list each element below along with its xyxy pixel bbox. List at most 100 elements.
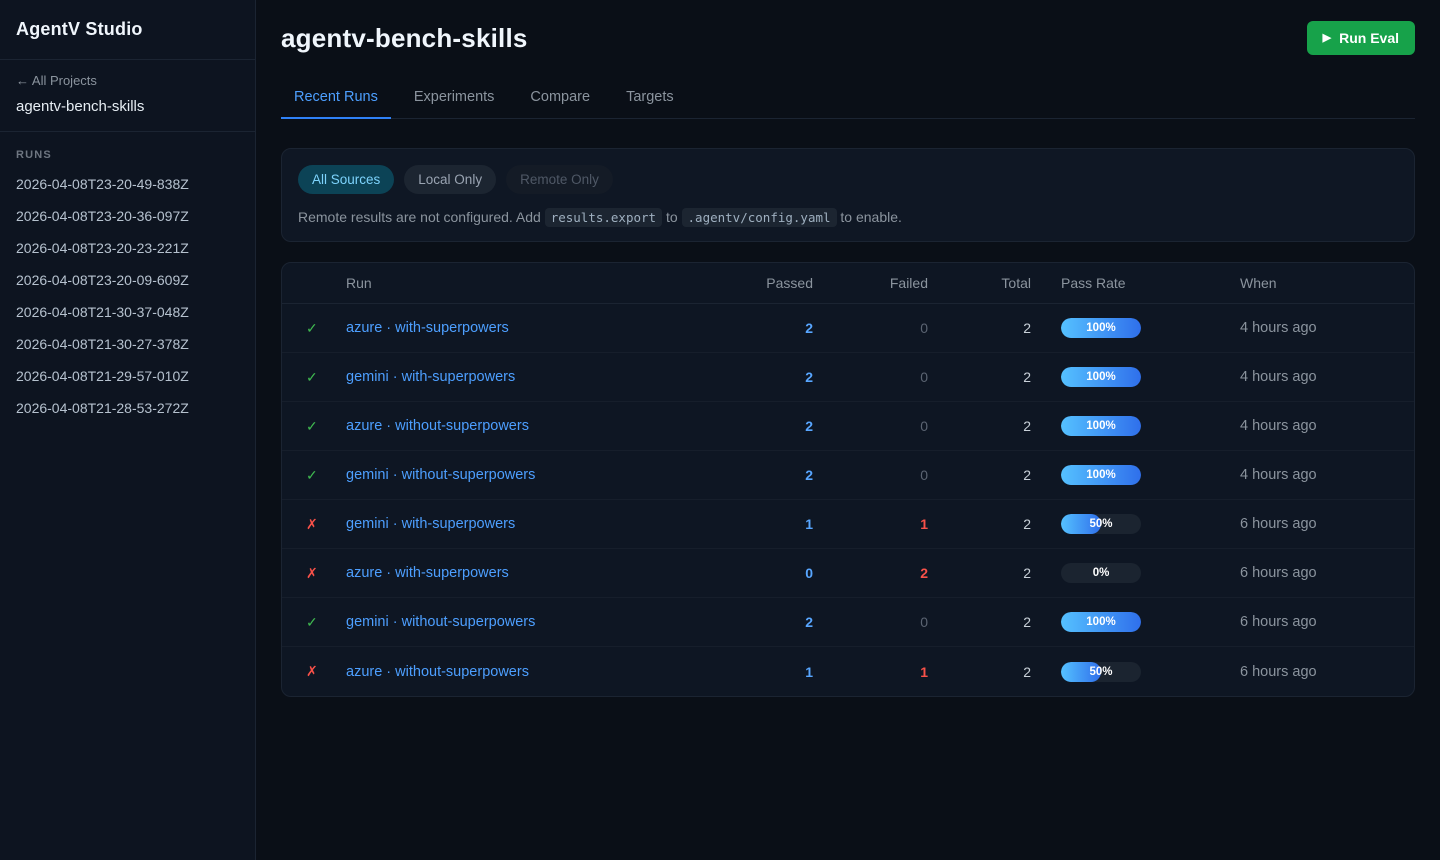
run-eval-label: Run Eval — [1339, 30, 1399, 46]
pass-rate-cell: 100% — [1031, 465, 1240, 485]
failed-value: 0 — [813, 614, 928, 630]
sidebar-project-name: agentv-bench-skills — [16, 98, 239, 115]
failed-value: 2 — [813, 565, 928, 581]
pass-rate-cell: 0% — [1031, 563, 1240, 583]
status-fail-icon: ✗ — [306, 565, 346, 582]
passed-value: 1 — [723, 516, 813, 532]
pass-rate-label: 50% — [1061, 662, 1141, 682]
pass-rate-label: 100% — [1061, 416, 1141, 436]
tab-targets[interactable]: Targets — [613, 79, 687, 119]
passed-value: 1 — [723, 664, 813, 680]
total-value: 2 — [928, 320, 1031, 336]
tab-recent-runs[interactable]: Recent Runs — [281, 79, 391, 119]
run-link[interactable]: azure · with-superpowers — [346, 565, 723, 581]
total-value: 2 — [928, 467, 1031, 483]
total-value: 2 — [928, 614, 1031, 630]
run-link[interactable]: gemini · without-superpowers — [346, 467, 723, 483]
sidebar-run-item[interactable]: 2026-04-08T21-30-27-378Z — [0, 328, 255, 360]
pass-rate-label: 100% — [1061, 612, 1141, 632]
table-row: ✗ gemini · with-superpowers 1 1 2 50% 6 … — [282, 500, 1414, 549]
pass-rate-pill: 100% — [1061, 612, 1141, 632]
run-link[interactable]: gemini · with-superpowers — [346, 369, 723, 385]
pass-rate-pill: 0% — [1061, 563, 1141, 583]
runs-list: 2026-04-08T23-20-49-838Z 2026-04-08T23-2… — [0, 168, 255, 424]
total-value: 2 — [928, 664, 1031, 680]
sidebar-run-item[interactable]: 2026-04-08T21-28-53-272Z — [0, 392, 255, 424]
tab-experiments[interactable]: Experiments — [401, 79, 508, 119]
pass-rate-pill: 50% — [1061, 514, 1141, 534]
sidebar-run-item[interactable]: 2026-04-08T23-20-09-609Z — [0, 264, 255, 296]
notice-code-config-yaml: .agentv/config.yaml — [682, 208, 837, 227]
filter-all-sources-pill[interactable]: All Sources — [298, 165, 394, 194]
pass-rate-label: 50% — [1061, 514, 1141, 534]
runs-heading: RUNS — [0, 132, 255, 168]
table-row: ✓ azure · without-superpowers 2 0 2 100%… — [282, 402, 1414, 451]
table-row: ✓ gemini · without-superpowers 2 0 2 100… — [282, 451, 1414, 500]
pass-rate-label: 100% — [1061, 367, 1141, 387]
page-title: agentv-bench-skills — [281, 23, 528, 54]
status-pass-icon: ✓ — [306, 418, 346, 435]
column-header-run: Run — [346, 275, 723, 291]
tab-bar: Recent Runs Experiments Compare Targets — [281, 79, 1415, 119]
sidebar-run-item[interactable]: 2026-04-08T21-29-57-010Z — [0, 360, 255, 392]
total-value: 2 — [928, 369, 1031, 385]
back-to-all-projects-link[interactable]: ← All Projects — [16, 73, 239, 88]
failed-value: 1 — [813, 664, 928, 680]
run-link[interactable]: gemini · without-superpowers — [346, 614, 723, 630]
failed-value: 0 — [813, 467, 928, 483]
pass-rate-pill: 100% — [1061, 367, 1141, 387]
pass-rate-cell: 100% — [1031, 367, 1240, 387]
sidebar-run-item[interactable]: 2026-04-08T23-20-36-097Z — [0, 200, 255, 232]
column-header-failed: Failed — [813, 275, 928, 291]
column-header-when: When — [1240, 275, 1390, 291]
sidebar-run-item[interactable]: 2026-04-08T21-30-37-048Z — [0, 296, 255, 328]
pass-rate-pill: 100% — [1061, 416, 1141, 436]
notice-text: to — [662, 209, 681, 225]
run-link[interactable]: azure · without-superpowers — [346, 664, 723, 680]
recent-runs-table: Run Passed Failed Total Pass Rate When ✓… — [281, 262, 1415, 697]
passed-value: 2 — [723, 418, 813, 434]
run-link[interactable]: azure · without-superpowers — [346, 418, 723, 434]
total-value: 2 — [928, 565, 1031, 581]
table-row: ✗ azure · without-superpowers 1 1 2 50% … — [282, 647, 1414, 696]
filter-local-only-pill[interactable]: Local Only — [404, 165, 496, 194]
source-filter-pills: All Sources Local Only Remote Only — [298, 165, 1398, 194]
sidebar-run-item[interactable]: 2026-04-08T23-20-49-838Z — [0, 168, 255, 200]
table-header-row: Run Passed Failed Total Pass Rate When — [282, 263, 1414, 304]
passed-value: 2 — [723, 467, 813, 483]
when-value: 6 hours ago — [1240, 614, 1390, 630]
column-header-pass-rate: Pass Rate — [1031, 275, 1240, 291]
sidebar-header: AgentV Studio — [0, 0, 255, 60]
filter-remote-only-pill: Remote Only — [506, 165, 613, 194]
sidebar-project-section: ← All Projects agentv-bench-skills — [0, 60, 255, 132]
pass-rate-cell: 50% — [1031, 662, 1240, 682]
failed-value: 0 — [813, 320, 928, 336]
pass-rate-label: 100% — [1061, 465, 1141, 485]
when-value: 4 hours ago — [1240, 320, 1390, 336]
status-pass-icon: ✓ — [306, 369, 346, 386]
column-header-total: Total — [928, 275, 1031, 291]
pass-rate-cell: 100% — [1031, 416, 1240, 436]
failed-value: 1 — [813, 516, 928, 532]
table-row: ✗ azure · with-superpowers 0 2 2 0% 6 ho… — [282, 549, 1414, 598]
notice-text: Remote results are not configured. Add — [298, 209, 545, 225]
when-value: 6 hours ago — [1240, 664, 1390, 680]
status-pass-icon: ✓ — [306, 320, 346, 337]
when-value: 4 hours ago — [1240, 369, 1390, 385]
sidebar-run-item[interactable]: 2026-04-08T23-20-23-221Z — [0, 232, 255, 264]
failed-value: 0 — [813, 369, 928, 385]
when-value: 4 hours ago — [1240, 418, 1390, 434]
passed-value: 2 — [723, 320, 813, 336]
tab-compare[interactable]: Compare — [517, 79, 603, 119]
status-pass-icon: ✓ — [306, 614, 346, 631]
pass-rate-label: 0% — [1061, 563, 1141, 583]
pass-rate-pill: 100% — [1061, 465, 1141, 485]
run-link[interactable]: azure · with-superpowers — [346, 320, 723, 336]
when-value: 4 hours ago — [1240, 467, 1390, 483]
total-value: 2 — [928, 516, 1031, 532]
notice-text: to enable. — [837, 209, 902, 225]
run-eval-button[interactable]: ▶ Run Eval — [1307, 21, 1415, 55]
passed-value: 2 — [723, 614, 813, 630]
sidebar: AgentV Studio ← All Projects agentv-benc… — [0, 0, 256, 860]
run-link[interactable]: gemini · with-superpowers — [346, 516, 723, 532]
